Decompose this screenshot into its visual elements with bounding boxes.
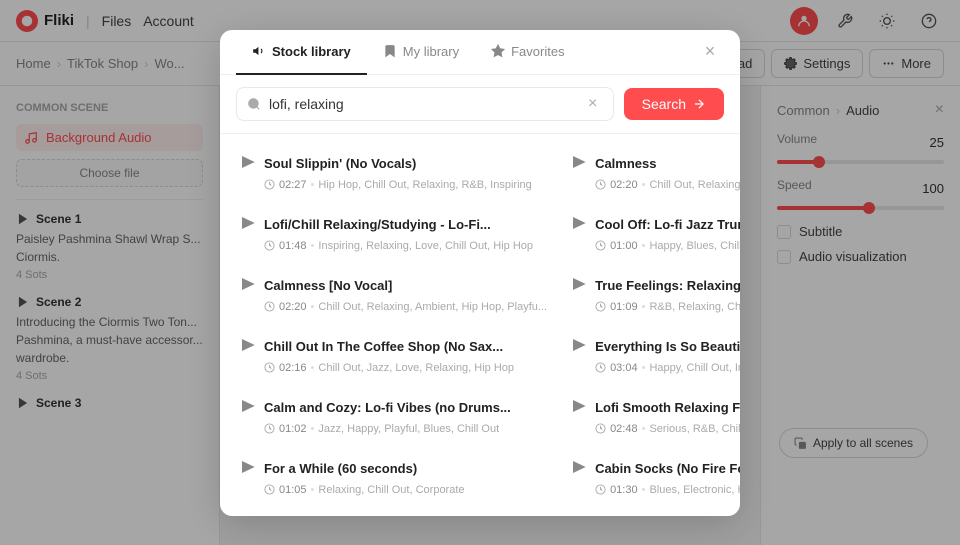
- track-item[interactable]: Calmness [No Vocal] 02:20 • Chill Out, R…: [230, 266, 557, 323]
- tab-stock-label: Stock library: [272, 44, 351, 59]
- star-icon: [491, 44, 505, 58]
- track-name: Calmness [No Vocal]: [264, 278, 392, 295]
- track-duration: 02:48: [610, 423, 638, 435]
- track-item[interactable]: Everything Is So Beautiful (No Vocal... …: [561, 327, 740, 384]
- track-name: Soul Slippin' (No Vocals): [264, 156, 416, 173]
- track-duration: 01:48: [279, 240, 307, 252]
- track-tags: Chill Out, Jazz, Love, Relaxing, Hip Hop: [318, 362, 514, 374]
- tab-favorites-label: Favorites: [511, 44, 564, 59]
- modal-header: Stock library My library Favorites ×: [220, 30, 740, 75]
- track-name: Cool Off: Lo-fi Jazz Trumpet (no Dru...: [595, 217, 740, 234]
- track-duration: 01:30: [610, 484, 638, 496]
- clock-icon: [264, 362, 275, 373]
- tab-my-label: My library: [403, 44, 459, 59]
- track-tags: Hip Hop, Chill Out, Relaxing, R&B, Inspi…: [318, 179, 531, 191]
- volume-icon: [252, 44, 266, 58]
- modal-overlay: Stock library My library Favorites × ×: [0, 0, 960, 545]
- track-play-icon: [240, 459, 256, 480]
- track-tags: Happy, Blues, Chill Out, Relaxing, Playf…: [649, 240, 740, 252]
- track-tags: Blues, Electronic, Holidays & Special Ev…: [649, 484, 740, 496]
- clock-icon: [595, 484, 606, 495]
- track-item[interactable]: For a While (60 seconds) 01:05 • Relaxin…: [230, 449, 557, 506]
- track-play-icon: [240, 398, 256, 419]
- tab-stock-library[interactable]: Stock library: [236, 30, 367, 75]
- track-duration: 02:20: [279, 301, 307, 313]
- clock-icon: [595, 362, 606, 373]
- clock-icon: [264, 301, 275, 312]
- bookmark-icon: [383, 44, 397, 58]
- modal-close-button[interactable]: ×: [696, 38, 724, 66]
- track-item[interactable]: Calmness 02:20 • Chill Out, Relaxing, Pl…: [561, 144, 740, 201]
- track-item[interactable]: Lofi/Chill Relaxing/Studying - Lo-Fi... …: [230, 205, 557, 262]
- track-name: Lofi Smooth Relaxing Feel: [595, 400, 740, 417]
- track-tags: R&B, Relaxing, Chill Out, Love, Jazz: [649, 301, 740, 313]
- modal-search-row: × Search: [220, 75, 740, 134]
- track-duration: 02:16: [279, 362, 307, 374]
- track-name: For a While (60 seconds): [264, 461, 417, 478]
- track-play-icon: [240, 215, 256, 236]
- track-duration: 03:04: [610, 362, 638, 374]
- tab-my-library[interactable]: My library: [367, 30, 475, 75]
- track-play-icon: [571, 154, 587, 175]
- search-button[interactable]: Search: [624, 88, 724, 120]
- clock-icon: [264, 240, 275, 251]
- track-tags: Serious, R&B, Chill Out, Relaxing, Epic: [649, 423, 740, 435]
- track-item[interactable]: True Feelings: Relaxing Lofi 01:09 • R&B…: [561, 266, 740, 323]
- track-duration: 01:00: [610, 240, 638, 252]
- audio-modal: Stock library My library Favorites × ×: [220, 30, 740, 516]
- track-name: Calm and Cozy: Lo-fi Vibes (no Drums...: [264, 400, 511, 417]
- track-tags: Inspiring, Relaxing, Love, Chill Out, Hi…: [318, 240, 533, 252]
- tab-favorites[interactable]: Favorites: [475, 30, 580, 75]
- track-item[interactable]: Chill Out In The Coffee Shop (No Sax... …: [230, 327, 557, 384]
- track-play-icon: [571, 398, 587, 419]
- clock-icon: [595, 301, 606, 312]
- search-clear-button[interactable]: ×: [583, 94, 603, 114]
- track-name: True Feelings: Relaxing Lofi: [595, 278, 740, 295]
- track-item[interactable]: Lofi Smooth Relaxing Feel 02:48 • Seriou…: [561, 388, 740, 445]
- track-grid: Soul Slippin' (No Vocals) 02:27 • Hip Ho…: [220, 142, 740, 508]
- track-play-icon: [571, 459, 587, 480]
- track-item[interactable]: Cabin Socks (No Fire Foley) 01:30 • Blue…: [561, 449, 740, 506]
- track-duration: 02:27: [279, 179, 307, 191]
- track-tags: Relaxing, Chill Out, Corporate: [318, 484, 464, 496]
- track-play-icon: [571, 337, 587, 358]
- track-duration: 01:05: [279, 484, 307, 496]
- search-input-wrap: ×: [236, 87, 614, 121]
- track-tags: Chill Out, Relaxing, Playful, Hip Hop, A…: [649, 179, 740, 191]
- track-tags: Jazz, Happy, Playful, Blues, Chill Out: [318, 423, 499, 435]
- track-duration: 01:02: [279, 423, 307, 435]
- track-play-icon: [240, 276, 256, 297]
- track-play-icon: [240, 154, 256, 175]
- track-name: Everything Is So Beautiful (No Vocal...: [595, 339, 740, 356]
- track-name: Calmness: [595, 156, 656, 173]
- track-item[interactable]: Calm and Cozy: Lo-fi Vibes (no Drums... …: [230, 388, 557, 445]
- clock-icon: [264, 179, 275, 190]
- track-play-icon: [240, 337, 256, 358]
- search-input[interactable]: [269, 96, 575, 112]
- track-item[interactable]: Soul Slippin' (No Vocals) 02:27 • Hip Ho…: [230, 144, 557, 201]
- modal-content: Soul Slippin' (No Vocals) 02:27 • Hip Ho…: [220, 134, 740, 516]
- arrow-right-icon: [692, 97, 706, 111]
- clock-icon: [595, 423, 606, 434]
- track-name: Lofi/Chill Relaxing/Studying - Lo-Fi...: [264, 217, 491, 234]
- track-duration: 02:20: [610, 179, 638, 191]
- track-duration: 01:09: [610, 301, 638, 313]
- track-play-icon: [571, 215, 587, 236]
- search-button-label: Search: [642, 96, 686, 112]
- clock-icon: [595, 240, 606, 251]
- track-name: Cabin Socks (No Fire Foley): [595, 461, 740, 478]
- clock-icon: [264, 423, 275, 434]
- track-name: Chill Out In The Coffee Shop (No Sax...: [264, 339, 503, 356]
- search-icon: [247, 97, 261, 111]
- clock-icon: [264, 484, 275, 495]
- clock-icon: [595, 179, 606, 190]
- track-tags: Happy, Chill Out, Inspiring, Relaxing, H…: [649, 362, 740, 374]
- track-tags: Chill Out, Relaxing, Ambient, Hip Hop, P…: [318, 301, 547, 313]
- track-item[interactable]: Cool Off: Lo-fi Jazz Trumpet (no Dru... …: [561, 205, 740, 262]
- track-play-icon: [571, 276, 587, 297]
